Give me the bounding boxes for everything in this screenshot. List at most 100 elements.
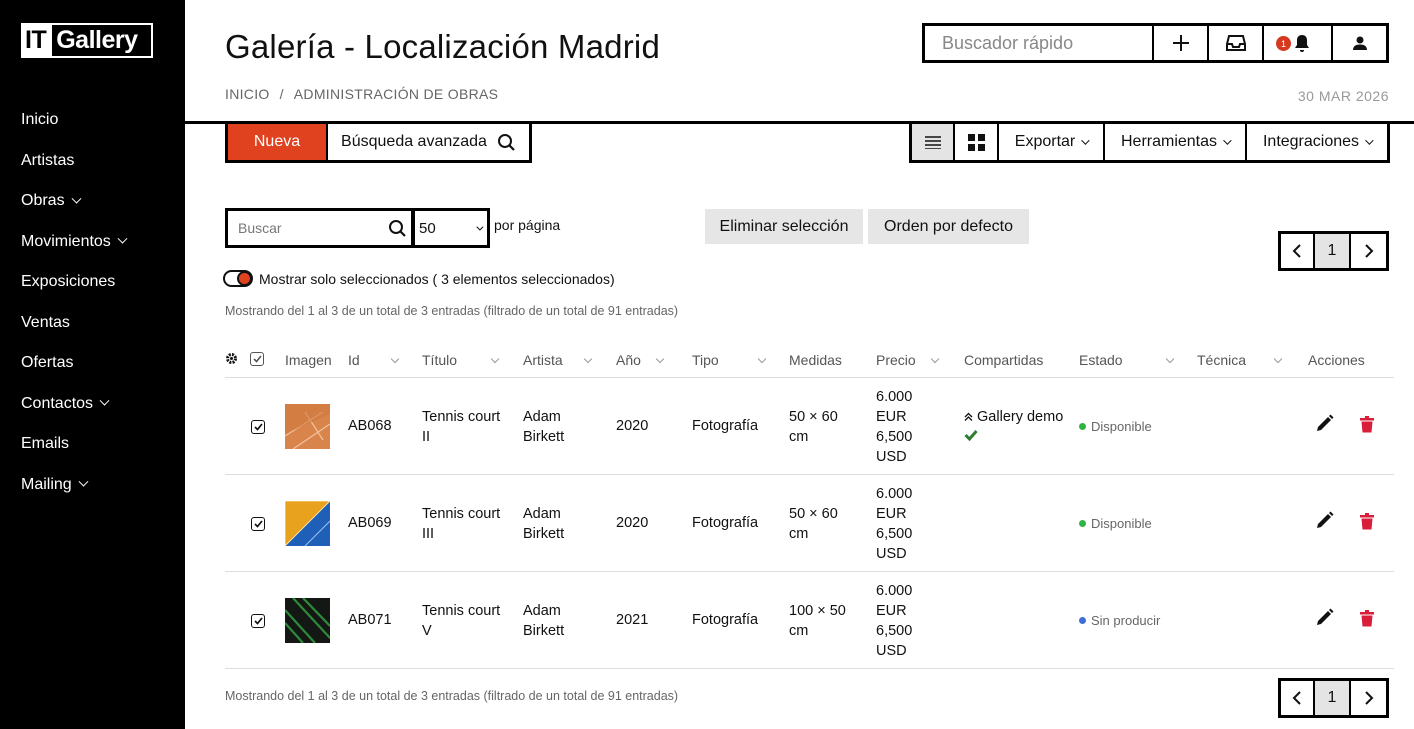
notification-count-badge: 1	[1276, 36, 1291, 51]
artwork-title[interactable]: Tennis court II	[422, 407, 500, 447]
edit-button[interactable]	[1315, 414, 1334, 433]
sidebar-item-movimientos[interactable]: Movimientos	[21, 222, 128, 263]
artwork-id: AB068	[348, 418, 392, 434]
breadcrumb-home[interactable]: INICIO	[225, 86, 270, 102]
delete-button[interactable]	[1360, 416, 1374, 433]
column-header[interactable]: Id	[348, 352, 360, 368]
artwork-size: 50 × 60 cm	[789, 409, 838, 445]
sidebar-item-ventas[interactable]: Ventas	[21, 303, 126, 344]
artwork-shared: Gallery demo	[964, 407, 1063, 447]
artwork-price: 6.000 EUR 6,500 USD	[876, 486, 913, 562]
chevron-right-icon	[1364, 691, 1373, 705]
sidebar-item-obras[interactable]: Obras	[21, 181, 126, 222]
current-page-button[interactable]: 1	[1315, 681, 1351, 715]
trash-icon	[1360, 513, 1374, 530]
artwork-price: 6.000 EUR 6,500 USD	[876, 583, 913, 659]
artwork-price: 6.000 EUR 6,500 USD	[876, 389, 913, 465]
table-search-input[interactable]: Buscar	[225, 208, 414, 248]
artwork-year: 2020	[616, 515, 649, 531]
row-checkbox[interactable]	[251, 420, 265, 434]
column-header: Compartidas	[964, 352, 1044, 368]
delete-button[interactable]	[1360, 513, 1374, 530]
column-header[interactable]: Estado	[1079, 352, 1123, 368]
list-view-button[interactable]	[912, 124, 955, 160]
chevron-down-icon	[1081, 136, 1090, 145]
new-artwork-button[interactable]: Nueva	[228, 124, 328, 160]
advanced-search-button[interactable]: Búsqueda avanzada	[328, 124, 529, 160]
column-header[interactable]: Año	[616, 352, 641, 368]
sidebar-item-inicio[interactable]: Inicio	[21, 100, 126, 141]
primary-toolbar: Nueva Búsqueda avanzada	[225, 124, 532, 163]
tools-dropdown[interactable]: Herramientas	[1105, 124, 1247, 160]
chevron-down-icon	[476, 223, 484, 231]
sidebar-item-ofertas[interactable]: Ofertas	[21, 343, 126, 384]
edit-button[interactable]	[1315, 511, 1334, 530]
bell-icon	[1294, 35, 1309, 52]
export-dropdown[interactable]: Exportar	[999, 124, 1105, 160]
artwork-thumbnail[interactable]	[285, 598, 330, 643]
column-header[interactable]: Título	[422, 352, 457, 368]
edit-button[interactable]	[1315, 608, 1334, 627]
prev-page-button[interactable]	[1281, 681, 1315, 715]
artwork-thumbnail[interactable]	[285, 501, 330, 546]
table-row[interactable]: AB068 Tennis court II Adam Birkett 2020 Fo…	[225, 378, 1394, 475]
grid-view-button[interactable]	[955, 124, 999, 160]
artwork-year: 2021	[616, 612, 649, 628]
next-page-button[interactable]	[1351, 234, 1386, 268]
sidebar-item-mailing[interactable]: Mailing	[21, 465, 126, 506]
artwork-title[interactable]: Tennis court III	[422, 504, 500, 544]
notifications-button[interactable]: 1	[1264, 26, 1333, 60]
artwork-artist[interactable]: Adam Birkett	[523, 504, 564, 544]
show-selected-toggle[interactable]	[223, 270, 253, 287]
export-label: Exportar	[1014, 133, 1076, 150]
sidebar-item-emails[interactable]: Emails	[21, 424, 126, 465]
add-button[interactable]	[1154, 26, 1209, 60]
sidebar-item-label: Exposiciones	[21, 273, 116, 291]
artwork-id: AB071	[348, 612, 392, 628]
user-menu-button[interactable]	[1333, 26, 1386, 60]
sidebar-item-label: Contactos	[21, 394, 94, 412]
sidebar-item-label: Artistas	[21, 151, 75, 169]
default-order-button[interactable]: Orden por defecto	[868, 209, 1029, 244]
next-page-button[interactable]	[1351, 681, 1386, 715]
tools-label: Herramientas	[1120, 133, 1218, 150]
row-checkbox[interactable]	[251, 517, 265, 531]
current-page-button[interactable]: 1	[1315, 234, 1351, 268]
table-header: Imagen Id Título Artista Año Tipo Medida…	[225, 343, 1394, 378]
pagination-top: 1	[1278, 231, 1389, 271]
artwork-type: Fotografía	[692, 515, 759, 531]
quick-search-input[interactable]: Buscador rápido	[925, 26, 1154, 60]
sidebar-item-artistas[interactable]: Artistas	[21, 141, 126, 182]
view-toolbar: Exportar Herramientas Integraciones	[909, 124, 1390, 163]
artwork-artist[interactable]: Adam Birkett	[523, 601, 564, 641]
column-header[interactable]: Precio	[876, 352, 916, 368]
column-header[interactable]: Tipo	[692, 352, 719, 368]
chevron-down-icon	[78, 476, 89, 487]
show-selected-toggle-row: Mostrar solo seleccionados ( 3 elementos…	[223, 270, 615, 287]
table-row[interactable]: AB069 Tennis court III Adam Birkett 2020 F…	[225, 475, 1394, 572]
per-page-select[interactable]: 50	[414, 208, 490, 248]
breadcrumb-separator: /	[279, 86, 284, 102]
status-badge: Disponible	[1079, 516, 1152, 531]
artwork-thumbnail[interactable]	[285, 404, 330, 449]
table-row[interactable]: AB071 Tennis court V Adam Birkett 2021 Fot…	[225, 572, 1394, 669]
sidebar-item-exposiciones[interactable]: Exposiciones	[21, 262, 126, 303]
artwork-title[interactable]: Tennis court V	[422, 601, 500, 641]
prev-page-button[interactable]	[1281, 234, 1315, 268]
artwork-type: Fotografía	[692, 612, 759, 628]
integrations-dropdown[interactable]: Integraciones	[1247, 124, 1387, 160]
breadcrumb: INICIO / ADMINISTRACIÓN DE OBRAS	[225, 86, 498, 102]
artwork-size: 100 × 50 cm	[789, 603, 846, 639]
select-all-checkbox[interactable]	[250, 352, 264, 366]
artwork-artist[interactable]: Adam Birkett	[523, 407, 564, 447]
column-settings-icon[interactable]	[225, 352, 238, 365]
sidebar-item-contactos[interactable]: Contactos	[21, 384, 126, 425]
app-logo[interactable]: IT Gallery	[21, 23, 153, 58]
delete-button[interactable]	[1360, 610, 1374, 627]
delete-selection-button[interactable]: Eliminar selección	[705, 209, 863, 244]
integrations-label: Integraciones	[1262, 133, 1360, 150]
column-header[interactable]: Técnica	[1197, 352, 1246, 368]
inbox-button[interactable]	[1209, 26, 1264, 60]
column-header[interactable]: Artista	[523, 352, 563, 368]
row-checkbox[interactable]	[251, 614, 265, 628]
